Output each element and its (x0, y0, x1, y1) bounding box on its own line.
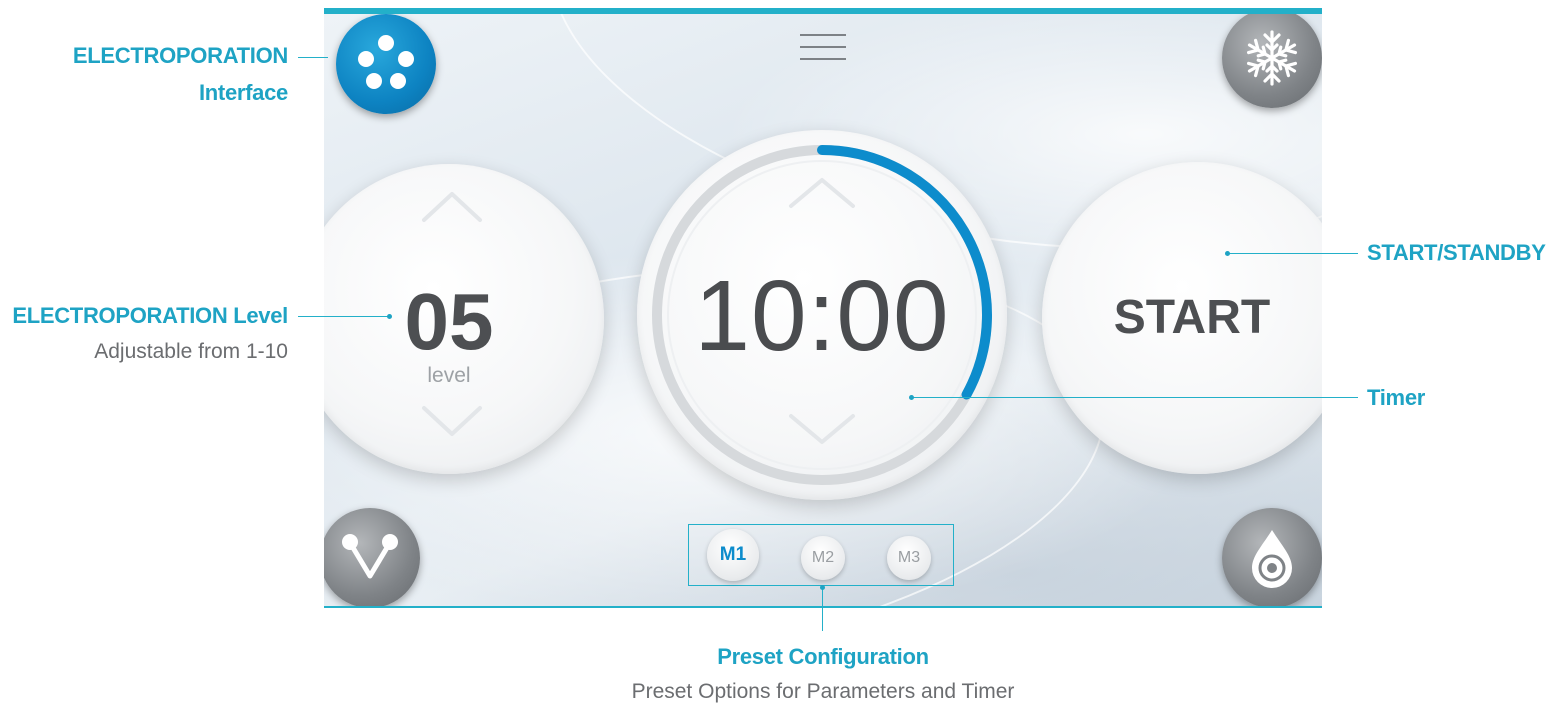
preset-leader-dot (820, 585, 825, 590)
interface-annotation-title-line2: Interface (198, 80, 288, 105)
level-annotation-title: ELECTROPORATION Level (12, 303, 288, 328)
timer-leader-line (912, 397, 1358, 398)
timer-down-chevron-icon[interactable] (787, 412, 857, 448)
cooling-button[interactable] (1222, 14, 1322, 108)
level-value: 05 (404, 277, 494, 366)
electrode-button[interactable] (324, 508, 420, 606)
start-button-label: START (1113, 291, 1271, 344)
preset-configuration-group: M1 M2 M3 (688, 524, 954, 586)
electroporation-interface-button[interactable] (336, 14, 436, 114)
timer-value: 10:00 (694, 260, 950, 372)
water-drop-icon (1252, 530, 1292, 588)
electrode-v-icon (342, 534, 398, 579)
timer-up-chevron-icon[interactable] (787, 174, 857, 210)
timer-leader-dot (909, 395, 914, 400)
preset-m2-button[interactable]: M2 (801, 536, 845, 580)
start-standby-button[interactable]: START (1042, 162, 1322, 474)
start-leader-dot (1225, 251, 1230, 256)
level-unit-label: level (427, 364, 471, 387)
level-dial: 05 level (324, 164, 604, 474)
device-screen: 05 level 10:00 START M1 M2 M3 (324, 8, 1322, 608)
timer-annotation-title: Timer (1367, 385, 1426, 410)
timer-dial: 10:00 (637, 130, 1007, 500)
hydration-button[interactable] (1222, 508, 1322, 606)
preset-m3-button[interactable]: M3 (887, 536, 931, 580)
interface-leader-line (298, 57, 328, 58)
level-leader-line (298, 316, 390, 317)
interface-annotation-title-line1: ELECTROPORATION (72, 43, 288, 68)
level-leader-dot (387, 314, 392, 319)
start-annotation-title: START/STANDBY (1367, 240, 1546, 265)
electroporation-dots-icon (358, 35, 414, 89)
preset-leader-line (822, 587, 823, 631)
hamburger-menu-icon[interactable] (800, 34, 846, 68)
preset-annotation-title: Preset Configuration (717, 644, 929, 669)
snowflake-icon (1244, 30, 1300, 86)
level-down-chevron-icon[interactable] (420, 404, 484, 440)
level-up-chevron-icon[interactable] (420, 188, 484, 224)
preset-m1-button[interactable]: M1 (707, 529, 759, 581)
preset-annotation-subtitle: Preset Options for Parameters and Timer (631, 680, 1015, 703)
level-annotation-subtitle: Adjustable from 1-10 (94, 340, 288, 363)
start-leader-line (1228, 253, 1358, 254)
